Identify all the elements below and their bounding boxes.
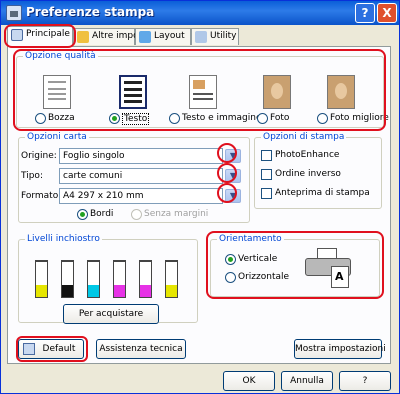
highlight-orientation: [206, 231, 384, 299]
printer-icon: [6, 5, 22, 21]
type-label: Tipo:: [21, 171, 43, 181]
layout-icon: [139, 31, 151, 43]
ink-cartridge: [35, 260, 48, 298]
label-borderless: Senza margini: [144, 209, 209, 219]
type-select[interactable]: carte comuni: [59, 168, 223, 184]
printing-preferences-window: Preferenze stampa ? X Principale Altre i…: [0, 0, 400, 394]
tab-label: Layout: [154, 31, 185, 41]
highlight-default: [16, 336, 88, 362]
highlight-format-dropdown: [217, 183, 237, 203]
ink-cartridge: [113, 260, 126, 298]
show-settings-button[interactable]: Mostra impostazioni: [294, 339, 386, 359]
checkbox-print-preview[interactable]: [261, 188, 272, 199]
print-options-group: Opzioni di stampa PhotoEnhance Ordine in…: [254, 132, 382, 209]
label-print-preview: Anteprima di stampa: [275, 188, 370, 198]
radio-bordered[interactable]: [77, 209, 88, 220]
tab-layout[interactable]: Layout: [135, 28, 191, 45]
ink-cartridge: [165, 260, 178, 298]
tab-altre-impost[interactable]: Altre impost.: [73, 28, 150, 45]
cancel-button[interactable]: Annulla: [281, 371, 333, 391]
label-photoenhance: PhotoEnhance: [275, 150, 340, 160]
highlight-origin-dropdown: [217, 143, 237, 163]
ink-cartridge: [87, 260, 100, 298]
origin-select[interactable]: Foglio singolo: [59, 148, 223, 164]
highlight-quality: [13, 49, 386, 131]
radio-borderless: [131, 209, 142, 220]
ink-cartridge: [139, 260, 152, 298]
checkbox-reverse-order[interactable]: [261, 169, 272, 180]
format-label: Formato:: [21, 191, 62, 201]
utility-icon: [195, 31, 207, 43]
paper-group-label: Opzioni carta: [25, 132, 89, 142]
print-options-group-label: Opzioni di stampa: [261, 132, 347, 142]
highlight-tab: [4, 24, 76, 48]
tab-label: Utility: [210, 31, 237, 41]
format-select[interactable]: A4 297 x 210 mm: [59, 188, 223, 204]
label-reverse-order: Ordine inverso: [275, 169, 341, 179]
ok-button[interactable]: OK: [223, 371, 275, 391]
paper-group: Opzioni carta Origine: Foglio singolo ▼ …: [18, 132, 250, 223]
checkbox-photoenhance[interactable]: [261, 150, 272, 161]
label-bordered: Bordi: [90, 209, 114, 219]
ink-cartridge: [61, 260, 74, 298]
buy-ink-button[interactable]: Per acquistare: [63, 304, 159, 324]
help-title-button[interactable]: ?: [355, 3, 375, 23]
origin-label: Origine:: [21, 151, 57, 161]
close-button[interactable]: X: [377, 3, 397, 23]
help-button[interactable]: ?: [339, 371, 391, 391]
highlight-type-dropdown: [217, 163, 237, 183]
tab-panel-principale: Opzione qualità Bozza Testo Testo e imma…: [7, 46, 391, 364]
window-title: Preferenze stampa: [26, 5, 155, 19]
settings-icon: [77, 31, 89, 43]
tab-utility[interactable]: Utility: [191, 28, 239, 45]
ink-group-label: Livelli inchiostro: [25, 234, 102, 244]
ink-levels-group: Livelli inchiostro Per acquistare: [18, 234, 198, 324]
technical-support-button[interactable]: Assistenza tecnica: [96, 339, 186, 359]
title-bar: Preferenze stampa ? X: [1, 1, 399, 25]
